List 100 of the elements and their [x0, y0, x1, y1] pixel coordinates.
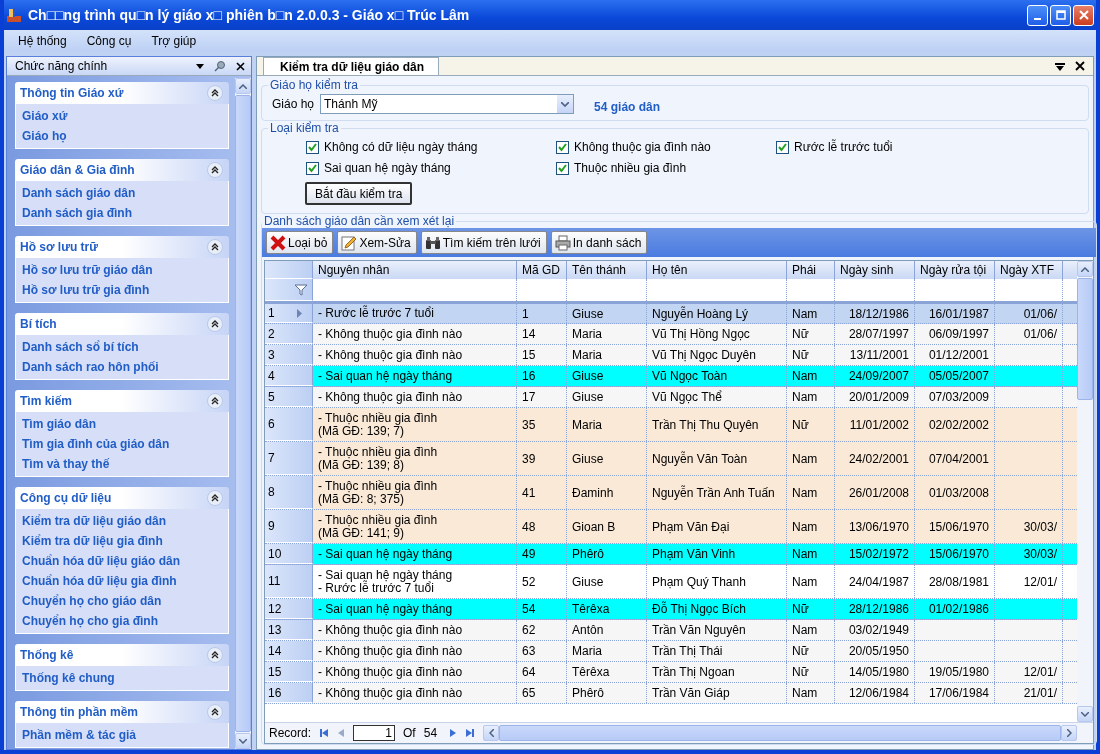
close-icon[interactable] — [236, 61, 245, 71]
scroll-up-button[interactable] — [235, 78, 251, 94]
column-header[interactable]: Mã GD — [517, 261, 567, 279]
collapse-icon[interactable] — [207, 704, 223, 720]
collapse-icon[interactable] — [207, 316, 223, 332]
checkbox[interactable] — [556, 140, 569, 154]
checkbox-option[interactable]: Không thuộc gia đình nào — [556, 140, 776, 154]
scroll-thumb[interactable] — [1077, 278, 1094, 400]
nav-link[interactable]: Chuẩn hóa dữ liệu gia đình — [22, 571, 177, 591]
group-header[interactable]: Bí tích — [15, 313, 229, 335]
group-header[interactable]: Tìm kiếm — [15, 390, 229, 412]
row-header[interactable]: 7 — [265, 442, 313, 475]
scroll-up-button[interactable] — [1077, 261, 1094, 277]
column-header[interactable]: Ngày rửa tội — [915, 261, 995, 279]
nav-link[interactable]: Chuyển họ cho gia đình — [22, 611, 158, 631]
column-header[interactable]: Tên thánh — [567, 261, 647, 279]
checkbox[interactable] — [306, 140, 319, 154]
nav-link[interactable]: Hồ sơ lưu trữ giáo dân — [22, 260, 153, 280]
collapse-icon[interactable] — [207, 490, 223, 506]
scroll-right-button[interactable] — [1061, 725, 1078, 741]
checkbox[interactable] — [776, 140, 789, 154]
collapse-icon[interactable] — [207, 647, 223, 663]
checkbox-option[interactable]: Rước lễ trước tuổi — [776, 140, 976, 154]
nav-link[interactable]: Kiểm tra dữ liệu giáo dân — [22, 511, 167, 531]
toolbar-button[interactable]: Loại bỏ — [266, 231, 334, 254]
toolbar-button[interactable]: Tìm kiếm trên lưới — [420, 231, 547, 254]
row-header[interactable]: 9 — [265, 510, 313, 543]
menu-item[interactable]: Hệ thống — [18, 34, 67, 48]
row-header[interactable]: 3 — [265, 345, 313, 365]
group-header[interactable]: Thông tin Giáo xứ — [15, 82, 229, 104]
row-header[interactable]: 6 — [265, 408, 313, 441]
nav-link[interactable]: Kiểm tra dữ liệu gia đình — [22, 531, 163, 551]
column-header[interactable]: Ngày sinh — [835, 261, 915, 279]
nav-link[interactable]: Giáo xứ — [22, 106, 68, 126]
collapse-icon[interactable] — [207, 162, 223, 178]
row-header[interactable]: 5 — [265, 387, 313, 407]
row-header[interactable]: 1 — [265, 304, 313, 323]
checkbox-option[interactable]: Thuộc nhiều gia đình — [556, 161, 776, 175]
row-header[interactable]: 13 — [265, 620, 313, 640]
nav-link[interactable]: Hồ sơ lưu trữ gia đình — [22, 280, 150, 300]
scrollbar[interactable] — [1077, 261, 1094, 722]
row-header[interactable]: 11 — [265, 565, 313, 598]
collapse-icon[interactable] — [207, 393, 223, 409]
first-record-icon[interactable] — [319, 728, 330, 738]
collapse-icon[interactable] — [207, 239, 223, 255]
group-header[interactable]: Công cụ dữ liệu — [15, 487, 229, 509]
row-header[interactable]: 4 — [265, 366, 313, 386]
menu-item[interactable]: Trợ giúp — [151, 34, 197, 48]
nav-link[interactable]: Phần mềm & tác giả — [22, 725, 137, 745]
nav-link[interactable]: Chuẩn hóa dữ liệu giáo dân — [22, 551, 181, 571]
document-tab[interactable]: Kiểm tra dữ liệu giáo dân — [263, 57, 440, 75]
checkbox[interactable] — [556, 161, 569, 175]
dropdown-icon[interactable] — [1055, 63, 1065, 71]
next-record-icon[interactable] — [449, 728, 458, 738]
nav-link[interactable]: Tìm gia đình của giáo dân — [22, 434, 170, 454]
nav-link[interactable]: Danh sách sổ bí tích — [22, 337, 139, 357]
scroll-down-button[interactable] — [1077, 706, 1094, 722]
scroll-left-button[interactable] — [483, 725, 500, 741]
group-header[interactable]: Giáo dân & Gia đình — [15, 159, 229, 181]
collapse-icon[interactable] — [207, 85, 223, 101]
column-header[interactable]: Ngày XTF — [995, 261, 1063, 279]
nav-link[interactable]: Chuyển họ cho giáo dân — [22, 591, 162, 611]
dropdown-icon[interactable] — [196, 63, 204, 69]
checkbox[interactable] — [306, 161, 319, 175]
record-field[interactable]: 1 — [353, 725, 396, 741]
checkbox-option[interactable]: Không có dữ liệu ngày tháng — [306, 140, 556, 154]
nav-link[interactable]: Thống kê chung — [22, 668, 115, 688]
scroll-down-button[interactable] — [235, 733, 251, 749]
filter-icon[interactable] — [294, 283, 308, 296]
maximize-button[interactable] — [1050, 4, 1071, 26]
minimize-button[interactable] — [1027, 4, 1048, 26]
column-header[interactable]: Nguyên nhân — [313, 261, 517, 279]
nav-link[interactable]: Tìm và thay thế — [22, 454, 110, 474]
row-header[interactable]: 16 — [265, 683, 313, 703]
group-header[interactable]: Hồ sơ lưu trữ — [15, 236, 229, 258]
row-header[interactable]: 2 — [265, 324, 313, 344]
row-header[interactable]: 10 — [265, 544, 313, 564]
nav-link[interactable]: Giáo họ — [22, 126, 67, 146]
nav-link[interactable]: Danh sách gia đình — [22, 203, 132, 223]
checkbox-option[interactable]: Sai quan hệ ngày tháng — [306, 161, 556, 175]
nav-link[interactable]: Danh sách rao hôn phối — [22, 357, 159, 377]
toolbar-button[interactable]: Xem-Sửa — [337, 231, 417, 254]
row-header[interactable]: 14 — [265, 641, 313, 661]
column-header[interactable]: Họ tên — [647, 261, 787, 279]
menu-item[interactable]: Công cụ — [86, 34, 132, 48]
column-header[interactable]: Phái — [787, 261, 835, 279]
nav-link[interactable]: Danh sách giáo dân — [22, 183, 136, 203]
group-header[interactable]: Thông tin phần mềm — [15, 701, 229, 723]
table-cell: - Sai quan hệ ngày tháng — [313, 599, 517, 619]
parish-dropdown[interactable]: Thánh Mỹ — [320, 94, 575, 114]
row-header[interactable]: 12 — [265, 599, 313, 619]
nav-link[interactable]: Tìm giáo dân — [22, 414, 96, 434]
toolbar-button[interactable]: In danh sách — [550, 231, 648, 254]
last-record-icon[interactable] — [465, 728, 476, 738]
close-button[interactable] — [1073, 4, 1094, 26]
row-header[interactable]: 8 — [265, 476, 313, 509]
row-header[interactable]: 15 — [265, 662, 313, 682]
start-check-button[interactable]: Bắt đầu kiểm tra — [305, 182, 413, 205]
group-header[interactable]: Thống kê — [15, 644, 229, 666]
close-icon[interactable] — [1075, 61, 1085, 71]
